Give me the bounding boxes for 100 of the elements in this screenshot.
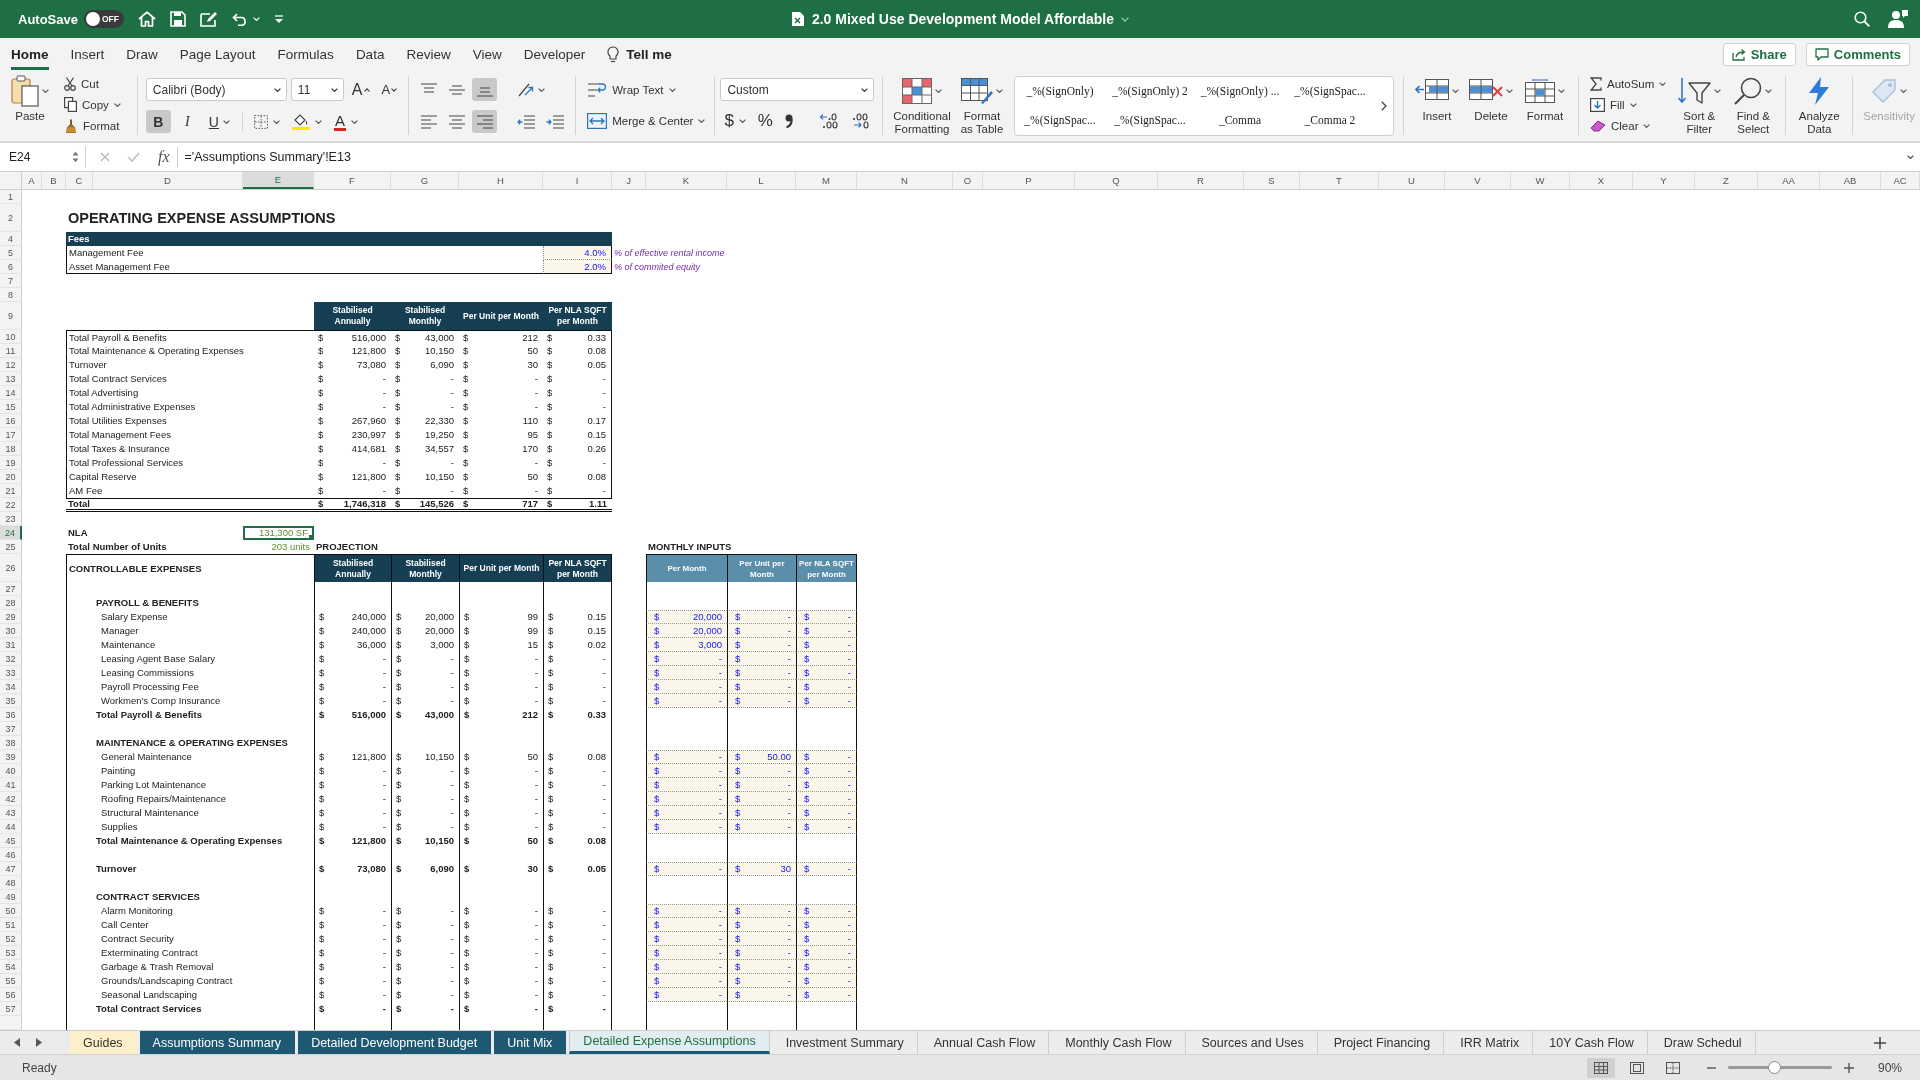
chevron-right-icon[interactable] — [1381, 100, 1387, 111]
row-header[interactable]: 1 — [0, 190, 22, 204]
triangle-right-icon[interactable] — [36, 1038, 42, 1047]
copy-button[interactable]: Copy — [60, 94, 125, 115]
wrap-text-button[interactable]: Wrap Text — [583, 79, 710, 101]
row-header[interactable]: 19 — [0, 456, 22, 470]
row-header[interactable]: 25 — [0, 540, 22, 554]
column-header[interactable]: Z — [1695, 172, 1758, 189]
find-select-button[interactable]: Find & Select — [1728, 70, 1779, 141]
ribbon-tab[interactable]: Insert — [70, 38, 105, 70]
column-header[interactable]: Q — [1075, 172, 1158, 189]
column-header[interactable]: N — [857, 172, 953, 189]
autosum-button[interactable]: AutoSum — [1586, 73, 1671, 94]
row-header[interactable]: 11 — [0, 344, 22, 358]
align-right-button[interactable] — [472, 110, 498, 133]
row-header[interactable]: 5 — [0, 246, 22, 260]
row-header[interactable]: 26 — [0, 554, 22, 582]
formula-field[interactable]: ='Assumptions Summary'!E13 — [177, 146, 1907, 168]
column-header[interactable]: F — [314, 172, 391, 189]
cell-style-item[interactable]: _%(SignSpac... — [1024, 114, 1096, 126]
column-header[interactable]: AA — [1758, 172, 1820, 189]
underline-button[interactable]: U — [203, 110, 235, 133]
grow-font-button[interactable]: A — [347, 79, 374, 100]
row-header[interactable]: 7 — [0, 274, 22, 288]
row-header[interactable]: 8 — [0, 288, 22, 302]
undo-icon[interactable] — [231, 12, 248, 26]
row-header[interactable]: 6 — [0, 260, 22, 274]
ribbon-tab[interactable]: Formulas — [277, 38, 334, 70]
cell-style-item[interactable]: _Comma — [1218, 114, 1262, 126]
row-header[interactable]: 54 — [0, 960, 22, 974]
column-header[interactable]: M — [796, 172, 857, 189]
italic-button[interactable]: I — [174, 110, 200, 133]
insert-function-button[interactable]: fx — [158, 147, 178, 167]
column-header[interactable]: P — [983, 172, 1075, 189]
column-header[interactable]: E — [243, 172, 314, 189]
pencil-page-icon[interactable] — [199, 11, 218, 27]
row-header[interactable]: 57 — [0, 1002, 22, 1016]
row-header[interactable]: 33 — [0, 666, 22, 680]
row-header[interactable]: 38 — [0, 736, 22, 750]
row-header[interactable]: 30 — [0, 624, 22, 638]
sheet-tab[interactable]: Assumptions Summary — [139, 1031, 296, 1054]
row-header[interactable]: 18 — [0, 442, 22, 456]
clear-button[interactable]: Clear — [1586, 115, 1671, 136]
row-header[interactable]: 31 — [0, 638, 22, 652]
row-header[interactable]: 13 — [0, 372, 22, 386]
font-color-button[interactable]: A — [330, 111, 362, 132]
row-header[interactable]: 14 — [0, 386, 22, 400]
cut-button[interactable]: Cut — [60, 73, 125, 94]
row-header[interactable]: 40 — [0, 764, 22, 778]
column-header[interactable]: U — [1379, 172, 1445, 189]
column-header[interactable]: O — [953, 172, 983, 189]
row-header[interactable]: 50 — [0, 904, 22, 918]
plus-icon[interactable] — [1843, 1062, 1854, 1073]
column-header[interactable]: K — [646, 172, 727, 189]
plus-icon[interactable] — [1874, 1036, 1886, 1049]
save-icon[interactable] — [169, 11, 186, 27]
sort-filter-button[interactable]: Sort & Filter — [1674, 70, 1725, 141]
row-header[interactable]: 52 — [0, 932, 22, 946]
zoom-slider[interactable] — [1727, 1061, 1832, 1074]
row-header[interactable]: 9 — [0, 302, 22, 330]
font-name-field[interactable]: Calibri (Body) — [145, 78, 287, 101]
row-header[interactable]: 42 — [0, 792, 22, 806]
column-header[interactable]: V — [1445, 172, 1511, 189]
ribbon-tab[interactable]: Developer — [523, 38, 586, 70]
bold-button[interactable]: B — [145, 110, 171, 133]
autosave-toggle[interactable]: OFF — [83, 10, 124, 28]
home-icon[interactable] — [137, 11, 156, 27]
row-header[interactable]: 34 — [0, 680, 22, 694]
paste-button[interactable]: Paste — [8, 70, 52, 141]
ribbon-tab[interactable]: Data — [355, 38, 385, 70]
row-header[interactable]: 4 — [0, 232, 22, 246]
person-icon[interactable] — [1888, 10, 1908, 28]
insert-cells-button[interactable]: Insert — [1411, 70, 1463, 141]
fill-button[interactable]: Fill — [1586, 94, 1671, 115]
row-header[interactable]: 21 — [0, 484, 22, 498]
sheet-tab[interactable]: Guides — [70, 1031, 137, 1054]
column-header[interactable]: L — [727, 172, 796, 189]
row-header[interactable]: 49 — [0, 890, 22, 904]
column-header[interactable]: A — [22, 172, 42, 189]
merge-center-button[interactable]: Merge & Center — [583, 110, 710, 132]
currency-button[interactable]: $ — [720, 110, 750, 132]
percent-button[interactable]: % — [753, 110, 777, 132]
row-header[interactable]: 12 — [0, 358, 22, 372]
column-header[interactable]: AC — [1881, 172, 1920, 189]
format-cells-button[interactable]: Format — [1519, 70, 1571, 141]
column-header[interactable]: H — [459, 172, 543, 189]
row-header[interactable]: 17 — [0, 428, 22, 442]
format-as-table-button[interactable]: Format as Table — [956, 70, 1008, 141]
triangle-left-icon[interactable] — [14, 1038, 20, 1047]
chevron-icon[interactable] — [1121, 16, 1130, 22]
row-header[interactable]: 10 — [0, 330, 22, 344]
column-header[interactable]: R — [1158, 172, 1244, 189]
delete-cells-button[interactable]: Delete — [1465, 70, 1517, 141]
row-header[interactable]: 53 — [0, 946, 22, 960]
comments-button[interactable]: Comments — [1805, 42, 1910, 66]
row-header[interactable]: 20 — [0, 470, 22, 484]
minus-icon[interactable] — [1706, 1066, 1716, 1069]
slider-thumb[interactable] — [1768, 1061, 1781, 1074]
cell-style-item[interactable]: _%(SignOnly) ... — [1200, 85, 1280, 97]
name-box[interactable]: E24 — [0, 146, 86, 168]
